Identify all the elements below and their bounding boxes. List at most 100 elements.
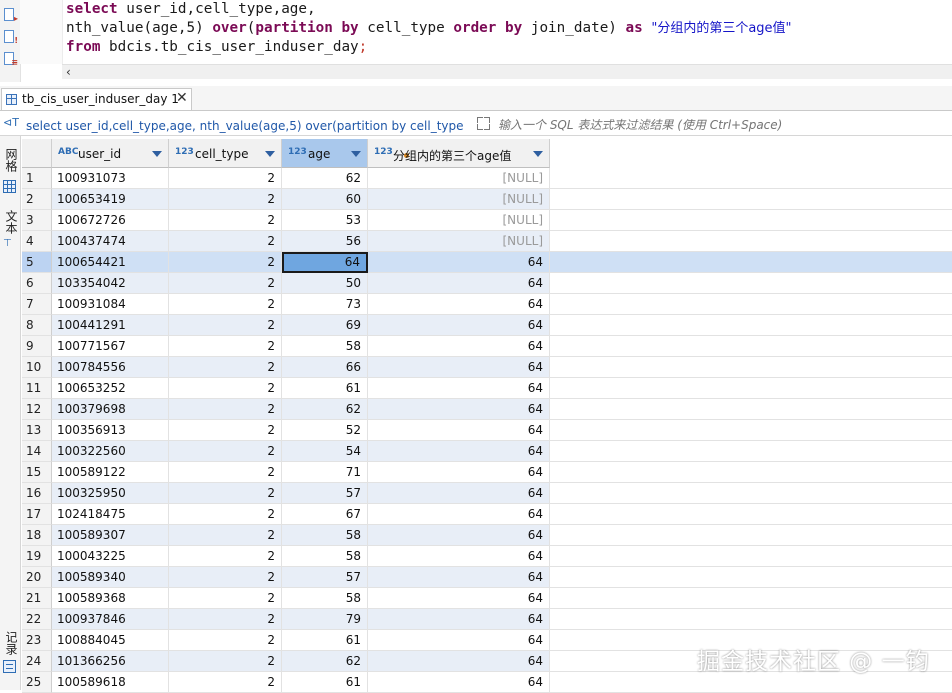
table-row[interactable]: 13 100356913 2 52 64 bbox=[22, 420, 952, 441]
cell-cell-type[interactable]: 2 bbox=[169, 378, 282, 399]
cell-user-id[interactable]: 101366256 bbox=[52, 651, 169, 672]
cell-cell-type[interactable]: 2 bbox=[169, 252, 282, 273]
row-number[interactable]: 14 bbox=[22, 441, 52, 462]
table-row[interactable]: 3 100672726 2 53 [NULL] bbox=[22, 210, 952, 231]
cell-age[interactable]: 62 bbox=[282, 651, 368, 672]
cell-age[interactable]: 57 bbox=[282, 483, 368, 504]
row-number[interactable]: 3 bbox=[22, 210, 52, 231]
cell-user-id[interactable]: 100379698 bbox=[52, 399, 169, 420]
cell-nth-value[interactable]: 64 bbox=[368, 294, 550, 315]
cell-user-id[interactable]: 100437474 bbox=[52, 231, 169, 252]
cell-age[interactable]: 57 bbox=[282, 567, 368, 588]
table-row[interactable]: 20 100589340 2 57 64 bbox=[22, 567, 952, 588]
table-row[interactable]: 10 100784556 2 66 64 bbox=[22, 357, 952, 378]
cell-user-id[interactable]: 102418475 bbox=[52, 504, 169, 525]
row-number[interactable]: 4 bbox=[22, 231, 52, 252]
cell-nth-value[interactable]: [NULL] bbox=[368, 189, 550, 210]
table-row[interactable]: 6 103354042 2 50 64 bbox=[22, 273, 952, 294]
cell-age[interactable]: 50 bbox=[282, 273, 368, 294]
cell-cell-type[interactable]: 2 bbox=[169, 504, 282, 525]
cell-age[interactable]: 52 bbox=[282, 420, 368, 441]
side-tab-grid[interactable]: 网格 bbox=[3, 148, 20, 172]
cell-nth-value[interactable]: 64 bbox=[368, 315, 550, 336]
cell-age[interactable]: 67 bbox=[282, 504, 368, 525]
cell-age[interactable]: 64 bbox=[282, 252, 368, 273]
cell-user-id[interactable]: 100931084 bbox=[52, 294, 169, 315]
table-row[interactable]: 21 100589368 2 58 64 bbox=[22, 588, 952, 609]
cell-cell-type[interactable]: 2 bbox=[169, 420, 282, 441]
table-row[interactable]: 16 100325950 2 57 64 bbox=[22, 483, 952, 504]
row-number[interactable]: 9 bbox=[22, 336, 52, 357]
table-row[interactable]: 1 100931073 2 62 [NULL] bbox=[22, 168, 952, 189]
cell-cell-type[interactable]: 2 bbox=[169, 483, 282, 504]
cell-nth-value[interactable]: 64 bbox=[368, 504, 550, 525]
cell-age[interactable]: 58 bbox=[282, 546, 368, 567]
row-number[interactable]: 19 bbox=[22, 546, 52, 567]
cell-nth-value[interactable]: [NULL] bbox=[368, 168, 550, 189]
execute-statement-icon[interactable]: ▸ bbox=[3, 8, 18, 23]
table-row[interactable]: 12 100379698 2 62 64 bbox=[22, 399, 952, 420]
cell-age[interactable]: 58 bbox=[282, 525, 368, 546]
row-number[interactable]: 15 bbox=[22, 462, 52, 483]
cell-age[interactable]: 66 bbox=[282, 357, 368, 378]
row-number[interactable]: 24 bbox=[22, 651, 52, 672]
cell-age[interactable]: 58 bbox=[282, 588, 368, 609]
cell-cell-type[interactable]: 2 bbox=[169, 357, 282, 378]
cell-nth-value[interactable]: 64 bbox=[368, 252, 550, 273]
cell-nth-value[interactable]: 64 bbox=[368, 567, 550, 588]
cell-cell-type[interactable]: 2 bbox=[169, 630, 282, 651]
table-row[interactable]: 2 100653419 2 60 [NULL] bbox=[22, 189, 952, 210]
cell-nth-value[interactable]: 64 bbox=[368, 357, 550, 378]
row-number[interactable]: 17 bbox=[22, 504, 52, 525]
cell-age[interactable]: 62 bbox=[282, 399, 368, 420]
cell-user-id[interactable]: 100356913 bbox=[52, 420, 169, 441]
cell-user-id[interactable]: 100589340 bbox=[52, 567, 169, 588]
cell-nth-value[interactable]: 64 bbox=[368, 273, 550, 294]
cell-user-id[interactable]: 100589122 bbox=[52, 462, 169, 483]
cell-age[interactable]: 54 bbox=[282, 441, 368, 462]
cell-user-id[interactable]: 100653252 bbox=[52, 378, 169, 399]
cell-nth-value[interactable]: 64 bbox=[368, 609, 550, 630]
tab-result[interactable]: tb_cis_user_induser_day 1 ✕ bbox=[1, 88, 192, 110]
row-number[interactable]: 11 bbox=[22, 378, 52, 399]
cell-user-id[interactable]: 100884045 bbox=[52, 630, 169, 651]
explain-plan-icon[interactable]: ≡ bbox=[3, 52, 18, 67]
cell-nth-value[interactable]: 64 bbox=[368, 651, 550, 672]
execute-script-icon[interactable]: ! bbox=[3, 30, 18, 45]
row-number[interactable]: 10 bbox=[22, 357, 52, 378]
row-number[interactable]: 5 bbox=[22, 252, 52, 273]
table-row[interactable]: 19 100043225 2 58 64 bbox=[22, 546, 952, 567]
cell-user-id[interactable]: 100441291 bbox=[52, 315, 169, 336]
cell-user-id[interactable]: 100931073 bbox=[52, 168, 169, 189]
filter-input[interactable] bbox=[496, 115, 950, 134]
cell-nth-value[interactable]: 64 bbox=[368, 462, 550, 483]
cell-user-id[interactable]: 100937846 bbox=[52, 609, 169, 630]
cell-cell-type[interactable]: 2 bbox=[169, 441, 282, 462]
record-icon[interactable] bbox=[3, 658, 16, 673]
cell-user-id[interactable]: 100322560 bbox=[52, 441, 169, 462]
cell-age[interactable]: 56 bbox=[282, 231, 368, 252]
cell-user-id[interactable]: 100672726 bbox=[52, 210, 169, 231]
text-icon[interactable]: ⊤ bbox=[3, 238, 16, 251]
cell-user-id[interactable]: 100589307 bbox=[52, 525, 169, 546]
row-number[interactable]: 13 bbox=[22, 420, 52, 441]
filter-icon[interactable]: ⊲T bbox=[3, 116, 19, 129]
cell-user-id[interactable]: 100589368 bbox=[52, 588, 169, 609]
cell-age[interactable]: 73 bbox=[282, 294, 368, 315]
cell-nth-value[interactable]: 64 bbox=[368, 525, 550, 546]
row-number[interactable]: 20 bbox=[22, 567, 52, 588]
cell-age[interactable]: 61 bbox=[282, 630, 368, 651]
table-row[interactable]: 7 100931084 2 73 64 bbox=[22, 294, 952, 315]
cell-age[interactable]: 61 bbox=[282, 378, 368, 399]
cell-user-id[interactable]: 103354042 bbox=[52, 273, 169, 294]
row-number[interactable]: 18 bbox=[22, 525, 52, 546]
cell-cell-type[interactable]: 2 bbox=[169, 546, 282, 567]
cell-cell-type[interactable]: 2 bbox=[169, 231, 282, 252]
cell-user-id[interactable]: 100771567 bbox=[52, 336, 169, 357]
row-number[interactable]: 21 bbox=[22, 588, 52, 609]
cell-nth-value[interactable]: 64 bbox=[368, 336, 550, 357]
row-number[interactable]: 23 bbox=[22, 630, 52, 651]
cell-age[interactable]: 71 bbox=[282, 462, 368, 483]
cell-cell-type[interactable]: 2 bbox=[169, 189, 282, 210]
scroll-left-icon[interactable]: ‹ bbox=[66, 65, 71, 79]
